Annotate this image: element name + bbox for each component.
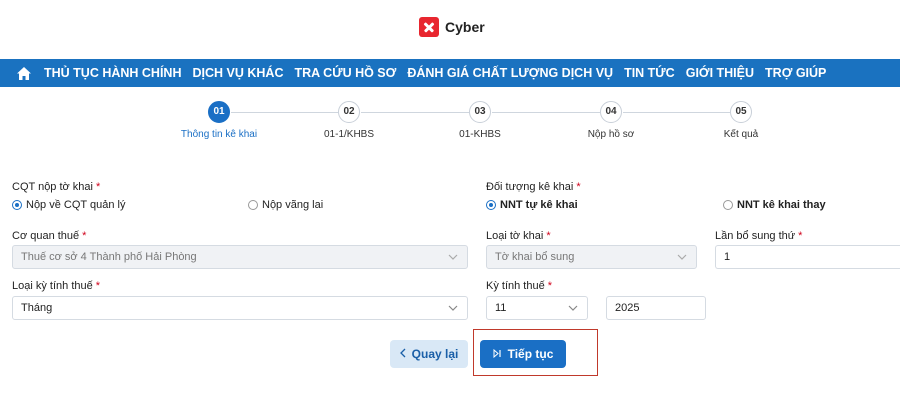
highlight-annotation-box [473,329,598,376]
step-number: 04 [600,101,622,123]
step-1[interactable]: 01 Thông tin kê khai [159,101,279,140]
cyber-logo-icon [419,17,439,37]
input-value: 2025 [615,302,640,314]
select-value: 11 [495,302,507,314]
step-4[interactable]: 04 Nộp hồ sơ [551,101,671,140]
select-value: Tháng [21,302,53,314]
doi-tuong-label: Đối tượng kê khai * [486,181,581,193]
main-navbar: THỦ TỤC HÀNH CHÍNH DỊCH VỤ KHÁC TRA CỨU … [0,59,900,87]
step-number: 01 [208,101,230,123]
step-5[interactable]: 05 Kết quả [681,101,801,140]
loai-to-khai-label: Loại tờ khai * [486,230,551,242]
nav-item-tra-cuu[interactable]: TRA CỨU HỒ SƠ [294,66,396,80]
nav-item-tin-tuc[interactable]: TIN TỨC [624,66,675,80]
radio-label: Nộp về CQT quản lý [26,199,126,211]
loai-ky-label: Loại kỳ tính thuế * [12,280,101,292]
home-icon[interactable] [16,64,34,82]
select-value: Tờ khai bổ sung [495,251,575,263]
step-label: 01-1/KHBS [323,129,375,140]
radio-nnt-ke-khai-thay[interactable]: NNT kê khai thay [723,199,826,211]
loai-to-khai-select[interactable]: Tờ khai bổ sung [486,245,697,269]
nav-item-danh-gia[interactable]: ĐÁNH GIÁ CHẤT LƯỢNG DỊCH VỤ [407,66,613,80]
step-number: 02 [338,101,360,123]
radio-checked-icon [12,200,22,210]
chevron-left-icon [399,347,406,361]
step-label: Nộp hồ sơ [587,129,635,140]
select-value: Thuế cơ sở 4 Thành phố Hải Phòng [21,251,197,263]
back-button[interactable]: Quay lại [390,340,468,368]
radio-nop-cqt-quan-ly[interactable]: Nộp về CQT quản lý [12,199,125,211]
step-2[interactable]: 02 01-1/KHBS [289,101,409,140]
nav-item-gioi-thieu[interactable]: GIỚI THIỆU [686,66,754,80]
co-quan-thue-select[interactable]: Thuế cơ sở 4 Thành phố Hải Phòng [12,245,468,269]
step-label: Kết quả [723,129,759,140]
radio-label: NNT kê khai thay [737,199,826,211]
ky-nam-input[interactable]: 2025 [606,296,706,320]
lan-bo-sung-input[interactable]: 1 [715,245,900,269]
step-number: 03 [469,101,491,123]
nav-item-tro-giup[interactable]: TRỢ GIÚP [765,66,826,80]
loai-ky-select[interactable]: Tháng [12,296,468,320]
radio-unchecked-icon [723,200,733,210]
ky-thang-select[interactable]: 11 [486,296,588,320]
back-button-label: Quay lại [411,347,459,361]
co-quan-thue-label: Cơ quan thuế * [12,230,87,242]
chevron-down-icon [447,302,459,314]
input-value: 1 [724,251,731,263]
nav-item-dich-vu-khac[interactable]: DỊCH VỤ KHÁC [193,66,284,80]
chevron-down-icon [567,302,579,314]
chevron-down-icon [447,251,459,263]
step-label: 01-KHBS [459,129,501,140]
brand-name: Cyber [445,19,485,35]
cqt-nop-label: CQT nộp tờ khai * [12,181,101,193]
radio-nop-vang-lai[interactable]: Nộp vãng lai [248,199,323,211]
step-label: Thông tin kê khai [180,129,258,140]
radio-label: Nộp vãng lai [262,199,324,211]
radio-nnt-tu-ke-khai[interactable]: NNT tự kê khai [486,199,578,211]
progress-stepper: 01 Thông tin kê khai 02 01-1/KHBS 03 01-… [0,101,900,141]
brand-logo[interactable]: Cyber [419,17,485,37]
step-number: 05 [730,101,752,123]
radio-unchecked-icon [248,200,258,210]
nav-item-thu-tuc[interactable]: THỦ TỤC HÀNH CHÍNH [44,66,182,80]
radio-label: NNT tự kê khai [500,199,578,211]
lan-bo-sung-label: Lần bổ sung thứ * [715,230,803,242]
step-3[interactable]: 03 01-KHBS [420,101,540,140]
chevron-down-icon [676,251,688,263]
radio-checked-icon [486,200,496,210]
ky-tinh-thue-label: Kỳ tính thuế * [486,280,552,292]
